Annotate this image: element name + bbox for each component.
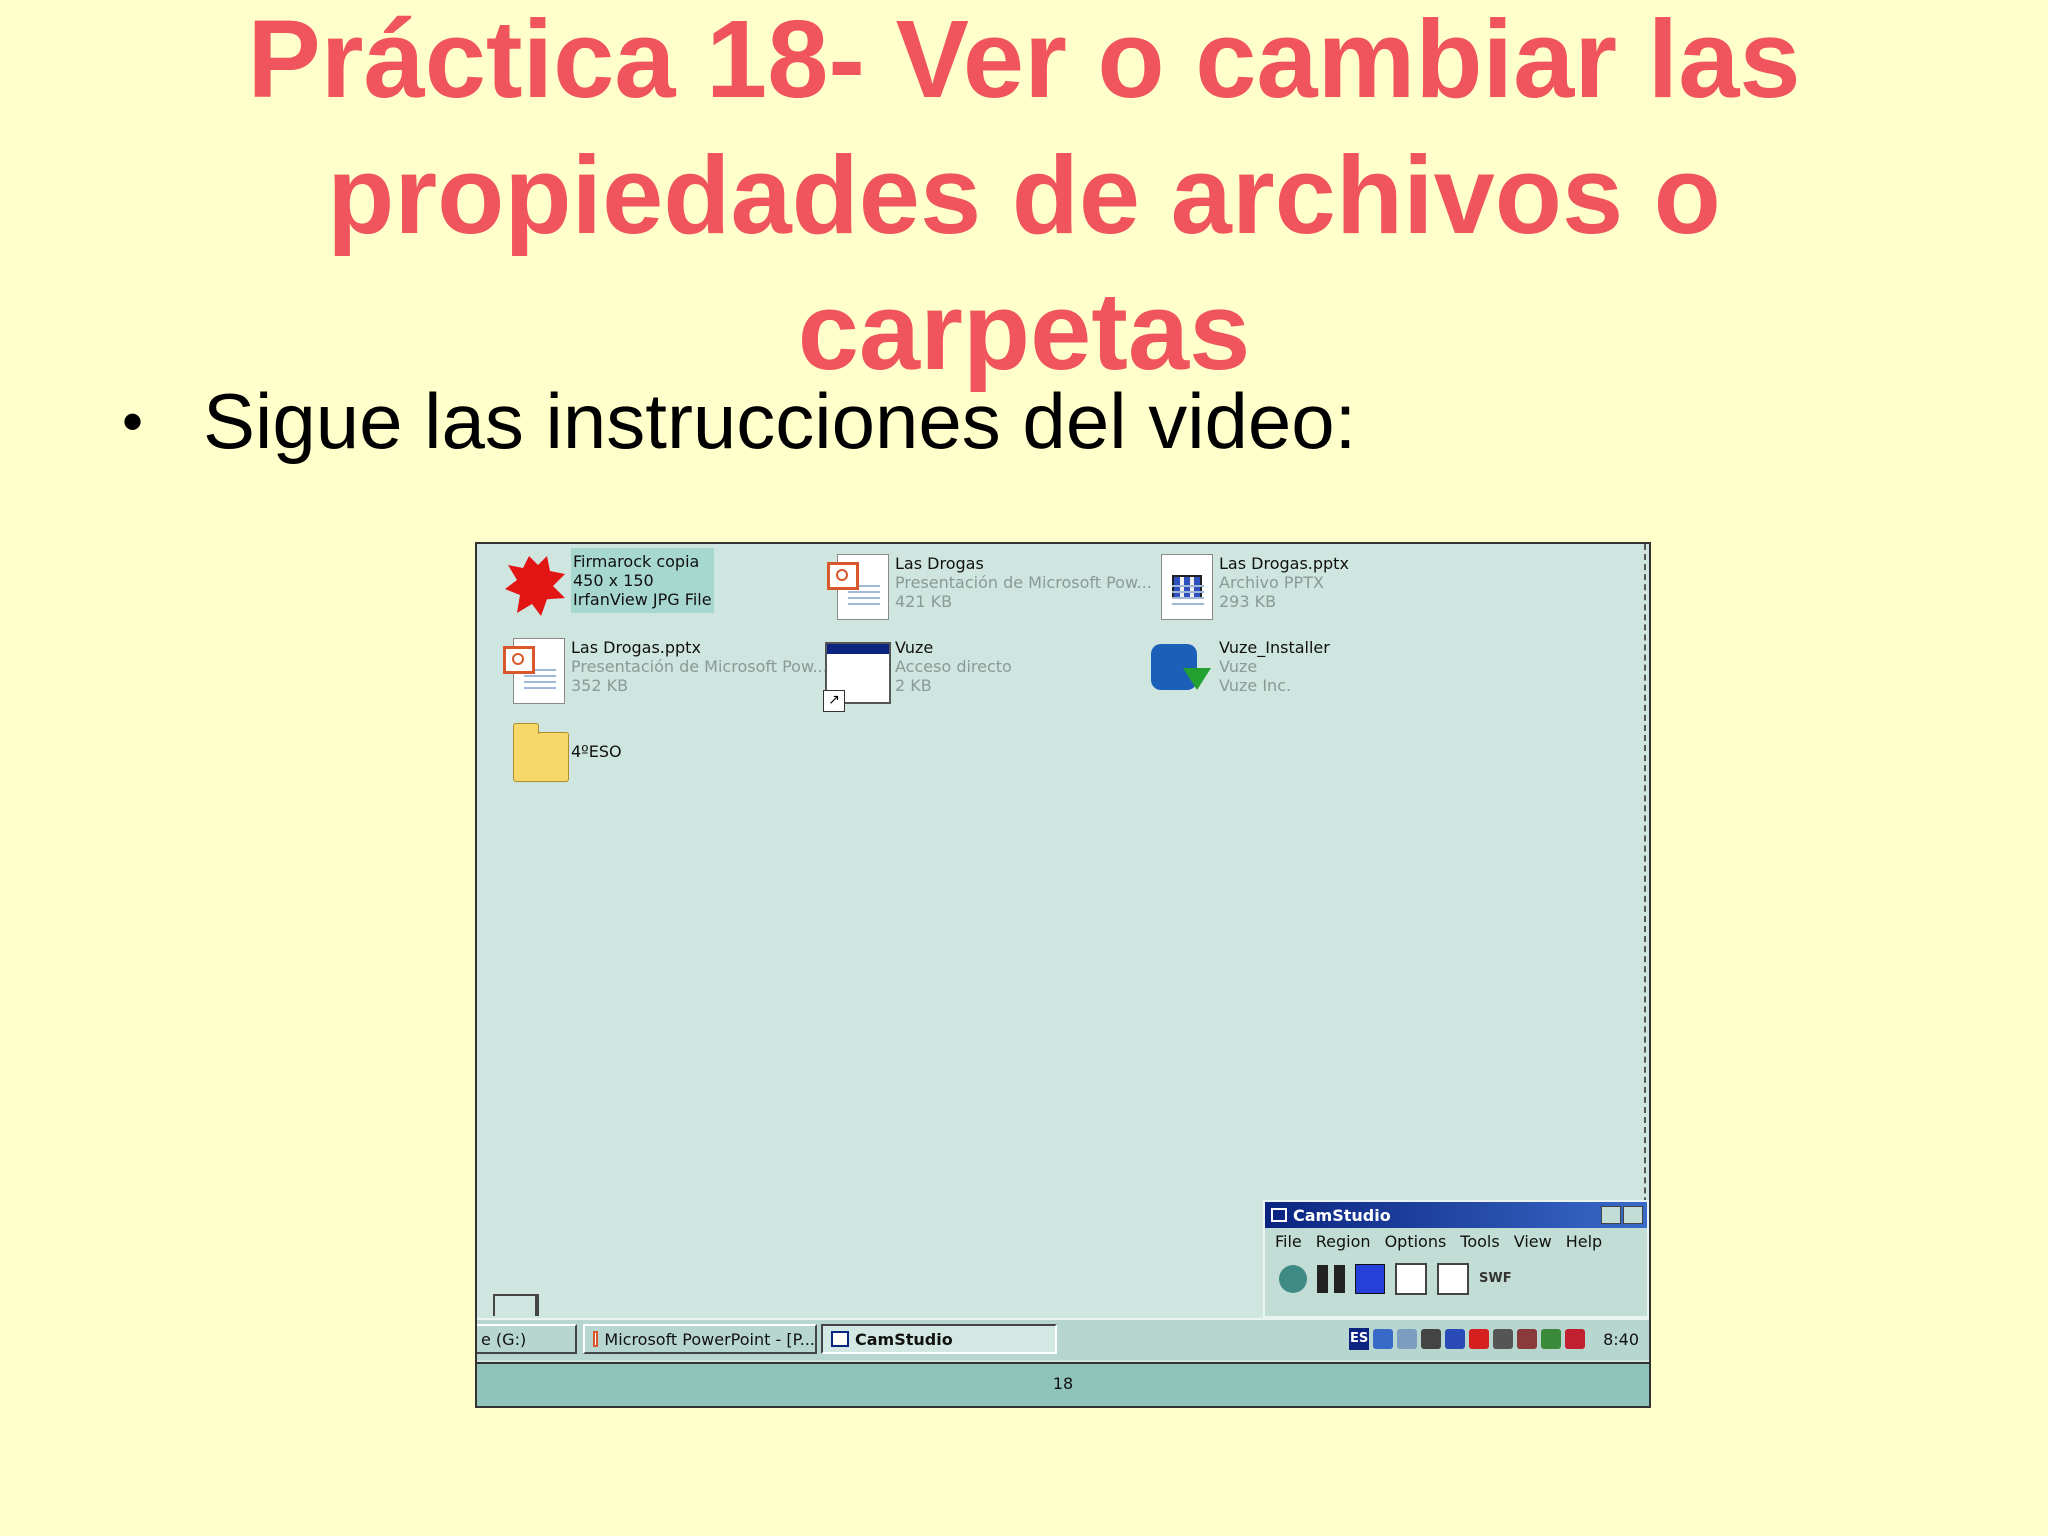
file-detail: 293 KB [1219,592,1277,611]
title-line-1: Práctica 18- Ver o cambiar las [247,0,1801,121]
tray-shield-icon[interactable] [1445,1329,1466,1349]
file-name: Vuze [895,638,934,657]
file-item-vuze[interactable]: ↗ Vuze Acceso directo 2 KB [815,632,1012,712]
menu-file[interactable]: File [1275,1232,1302,1251]
menu-tools[interactable]: Tools [1460,1232,1499,1251]
tray-flag-icon[interactable] [1493,1329,1514,1349]
system-tray: ES 8:40 [1349,1324,1639,1354]
maximize-button[interactable] [1623,1206,1643,1224]
tray-antivirus-icon[interactable] [1469,1329,1490,1349]
file-detail: Archivo PPTX [1219,573,1324,592]
taskbar-clock[interactable]: 8:40 [1603,1330,1639,1349]
file-item-las-drogas[interactable]: Las Drogas Presentación de Microsoft Pow… [815,548,1152,626]
taskbar-item-powerpoint[interactable]: Microsoft PowerPoint - [P... [583,1324,817,1354]
tray-network-icon[interactable] [1397,1329,1418,1349]
file-name: Las Drogas [895,554,984,573]
vuze-icon [1151,644,1211,690]
file-detail: 352 KB [571,676,629,695]
minimize-button[interactable] [1601,1206,1621,1224]
tray-status-icon[interactable] [1517,1329,1538,1349]
camstudio-app-icon [831,1331,849,1347]
powerpoint-icon [503,646,535,674]
menu-options[interactable]: Options [1385,1232,1447,1251]
folder-name: 4ºESO [571,742,622,761]
camstudio-window[interactable]: CamStudio File Region Options Tools View… [1263,1200,1649,1318]
file-detail: Acceso directo [895,657,1012,676]
tray-security-icon[interactable] [1565,1329,1586,1349]
file-detail: Presentación de Microsoft Pow... [895,573,1152,592]
bullet-dot-icon: • [122,388,144,455]
desktop-corner-icon [493,1294,539,1316]
menu-region[interactable]: Region [1316,1232,1371,1251]
file-item-firmarock[interactable]: Firmarock copia 450 x 150 IrfanView JPG … [491,548,714,626]
file-detail: Vuze Inc. [1219,676,1292,695]
slide-title: Práctica 18- Ver o cambiar las propiedad… [0,0,2048,400]
file-detail: Presentación de Microsoft Pow... [571,657,828,676]
file-detail: IrfanView JPG File [573,590,712,609]
file-item-las-drogas-pptx-2[interactable]: Las Drogas.pptx Presentación de Microsof… [491,632,828,710]
folder-item-4eso[interactable]: 4ºESO [491,720,622,798]
camstudio-menubar: File Region Options Tools View Help [1265,1228,1647,1255]
file-item-vuze-installer[interactable]: Vuze_Installer Vuze Vuze Inc. [1139,632,1330,710]
annotation-icon[interactable] [1395,1263,1427,1295]
bullet-text: Sigue las instrucciones del video: [203,377,1357,465]
camstudio-toolbar: SWF [1265,1255,1647,1303]
swf-icon[interactable]: SWF [1479,1265,1512,1293]
video-screenshot: Firmarock copia 450 x 150 IrfanView JPG … [475,542,1651,1408]
language-indicator[interactable]: ES [1349,1328,1370,1350]
file-detail: 421 KB [895,592,953,611]
taskbar-item-camstudio[interactable]: CamStudio [821,1324,1057,1354]
pause-icon[interactable] [1317,1265,1345,1293]
menu-view[interactable]: View [1514,1232,1552,1251]
record-icon[interactable] [1279,1265,1307,1293]
title-line-2: propiedades de archivos o [327,134,1721,257]
menu-help[interactable]: Help [1566,1232,1602,1251]
tray-tool-icon[interactable] [1421,1329,1442,1349]
taskbar-item-drive[interactable]: e (G:) [477,1324,577,1354]
file-name: Vuze_Installer [1219,638,1330,657]
camstudio-app-icon [1271,1208,1287,1222]
file-detail: 2 KB [895,676,932,695]
stop-icon[interactable] [1355,1264,1385,1294]
page-number: 18 [1052,1374,1074,1393]
jpg-image-icon [505,556,565,616]
file-name: Firmarock copia [573,552,700,571]
tray-update-icon[interactable] [1541,1329,1562,1349]
file-detail: 450 x 150 [573,571,654,590]
taskbar: e (G:) Microsoft PowerPoint - [P... CamS… [477,1318,1649,1360]
pptx-generic-icon [1161,554,1213,620]
file-name: Las Drogas.pptx [1219,554,1349,573]
file-item-las-drogas-pptx[interactable]: Las Drogas.pptx Archivo PPTX 293 KB [1139,548,1349,626]
shortcut-arrow-icon: ↗ [823,690,845,712]
options-icon[interactable] [1437,1263,1469,1295]
powerpoint-icon [593,1331,599,1347]
file-name: Las Drogas.pptx [571,638,701,657]
bullet-item: • Sigue las instrucciones del video: [122,376,1356,467]
camstudio-title: CamStudio [1293,1205,1391,1225]
tray-app-icon[interactable] [1373,1329,1394,1349]
camstudio-titlebar[interactable]: CamStudio [1265,1202,1647,1228]
file-detail: Vuze [1219,657,1258,676]
folder-icon [513,723,569,782]
window-border [1644,544,1649,1314]
player-status-bar: 18 [477,1362,1649,1406]
powerpoint-icon [827,562,859,590]
